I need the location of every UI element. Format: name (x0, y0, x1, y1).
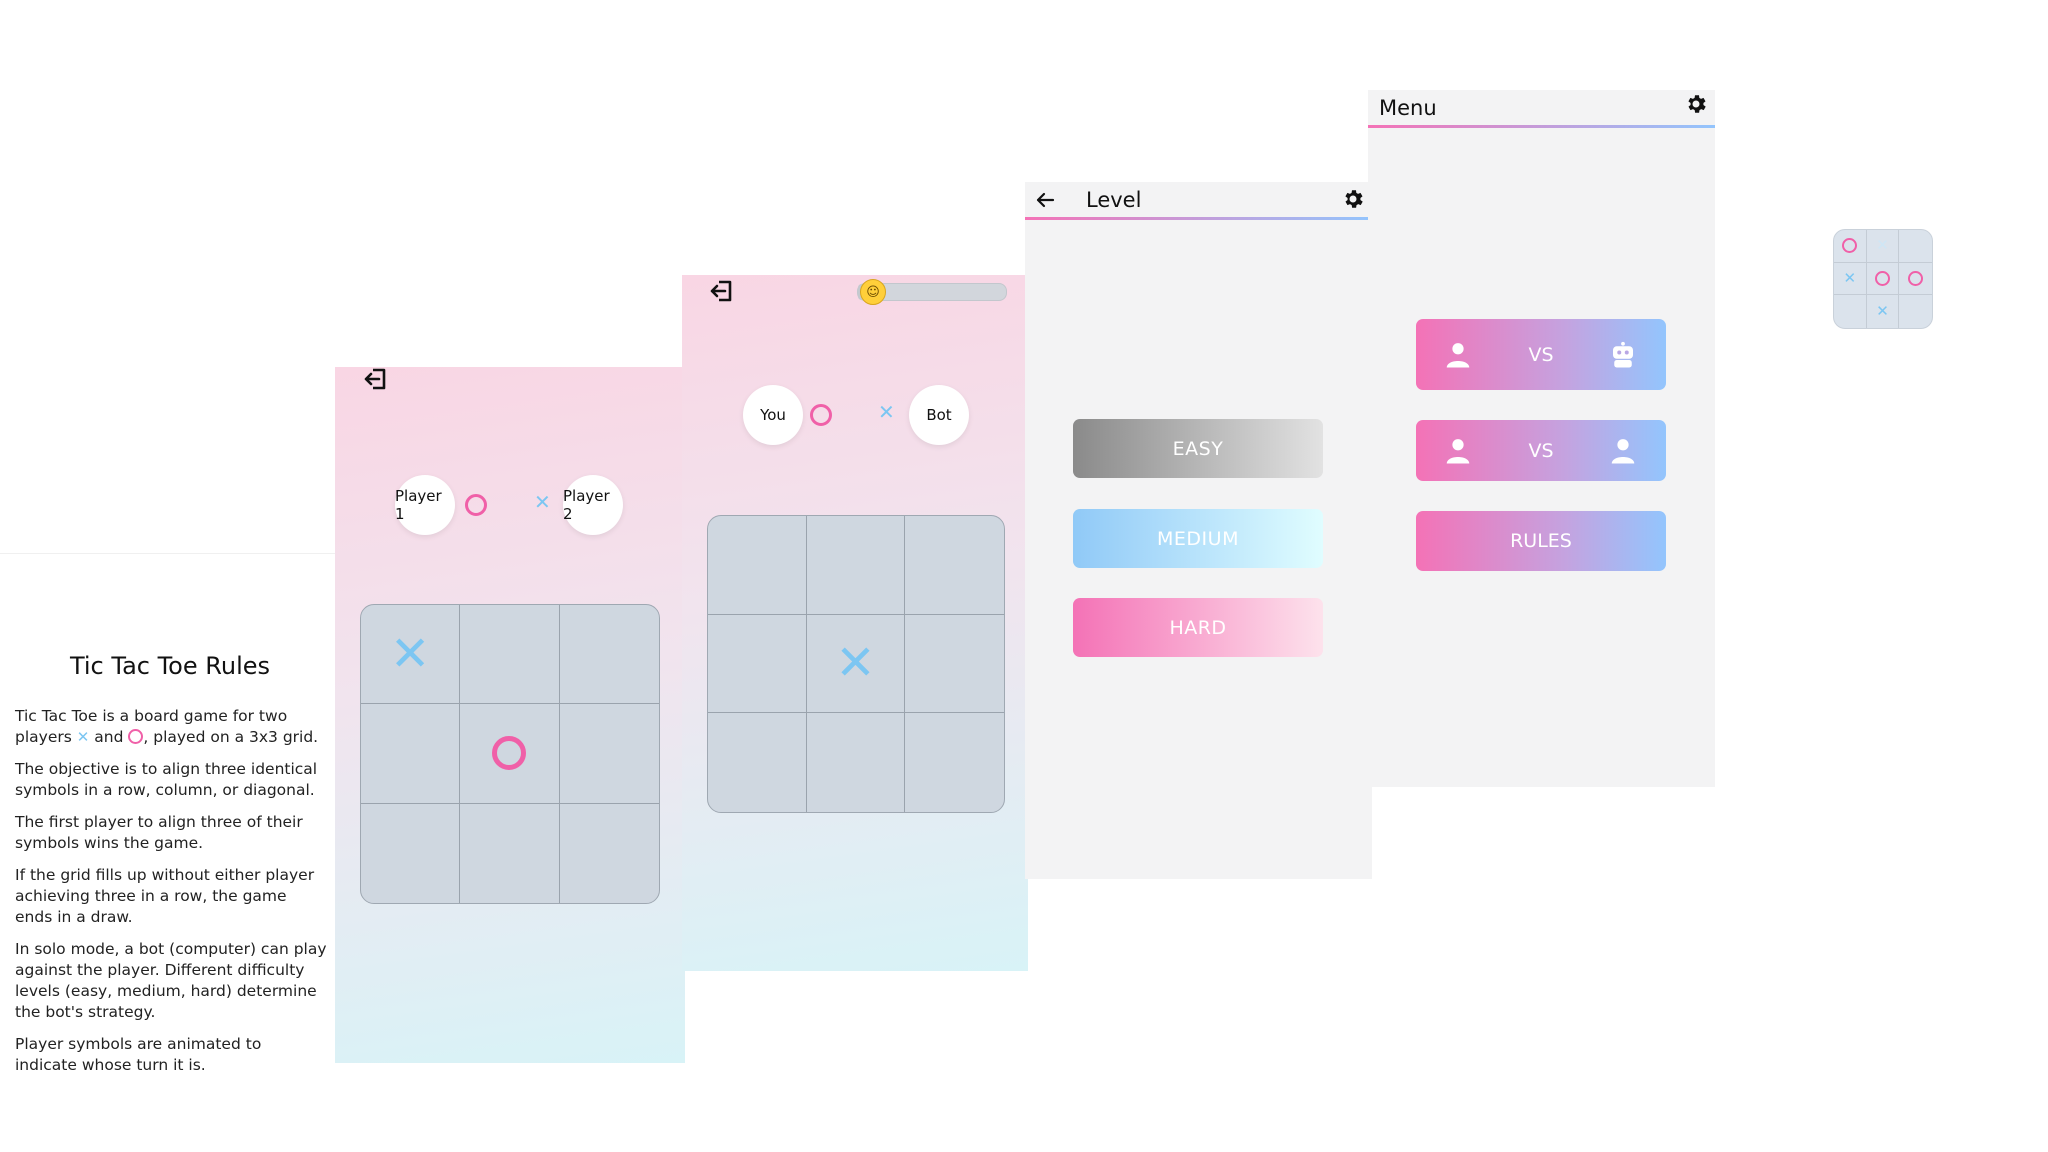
icon-cell (1899, 230, 1932, 263)
vs-player-button[interactable]: VS (1416, 420, 1666, 481)
you-label: You (760, 406, 786, 424)
o-mark-icon (1908, 270, 1924, 286)
icon-cell (1899, 263, 1932, 296)
gear-icon[interactable] (1341, 187, 1365, 211)
rules-paragraph: If the grid fills up without either play… (15, 866, 315, 926)
icon-cell: ✕ (1867, 295, 1900, 328)
gear-icon[interactable] (1684, 92, 1708, 116)
player2-label: Player 2 (563, 487, 610, 523)
x-mark-icon: ✕ (390, 626, 431, 683)
player1-avatar: Player 1 (395, 475, 455, 535)
board-cell[interactable]: ✕ (806, 614, 906, 714)
rules-panel: Tic Tac Toe Rules Tic Tac Toe is a board… (0, 553, 335, 1152)
robot-icon (1613, 341, 1634, 367)
board-cell[interactable] (708, 614, 807, 714)
hard-button[interactable]: HARD (1073, 598, 1323, 657)
o-turn-icon (810, 404, 832, 426)
board-cell[interactable] (361, 704, 461, 804)
board-cell[interactable] (559, 704, 659, 804)
rules-paragraph: The first player to align three of their… (15, 813, 303, 852)
pvp-game-screen: Player 1 ✕ Player 2 ✕ (335, 367, 685, 1063)
icon-cell (1899, 295, 1932, 328)
x-mark-icon: ✕ (835, 635, 876, 692)
menu-title: Menu (1379, 96, 1437, 120)
bot-label: Bot (926, 406, 952, 424)
board-cell[interactable]: ✕ (361, 605, 461, 705)
easy-button[interactable]: EASY (1073, 419, 1323, 478)
level-screen: Level EASY MEDIUM HARD (1025, 182, 1372, 879)
board-cell[interactable] (559, 605, 659, 705)
bot-avatar: Bot (909, 385, 969, 445)
board-cell[interactable] (806, 516, 906, 615)
board-cell[interactable] (460, 704, 560, 804)
icon-cell (1834, 230, 1867, 263)
you-avatar: You (743, 385, 803, 445)
rules-paragraph: Tic Tac Toe is a board game for two play… (15, 707, 319, 746)
user-icon (1447, 438, 1470, 463)
user-icon (1612, 438, 1635, 463)
o-symbol-icon (128, 729, 144, 744)
rules-paragraph: Player symbols are animated to indicate … (15, 1035, 262, 1074)
player2-avatar: Player 2 (563, 475, 623, 535)
o-turn-icon (465, 494, 487, 516)
icon-cell: ✕ (1834, 262, 1867, 296)
menu-screen: Menu VS VS RULES (1368, 90, 1715, 787)
user-icon (1447, 342, 1470, 367)
board-cell[interactable] (708, 516, 807, 615)
x-mark-icon: ✕ (1876, 236, 1889, 255)
board-cell[interactable] (361, 803, 461, 903)
x-symbol-icon: ✕ (76, 728, 90, 746)
vs-label: VS (1528, 439, 1554, 462)
icon-cell (1866, 262, 1900, 296)
rules-body: Tic Tac Toe is a board game for two play… (15, 706, 327, 1087)
menu-top-bar: Menu (1368, 90, 1715, 128)
board-cell[interactable] (905, 713, 1004, 812)
gradient-divider (1025, 217, 1372, 220)
o-mark-icon (492, 736, 527, 771)
rules-paragraph: The objective is to align three identica… (15, 760, 318, 799)
x-mark-icon: ✕ (1876, 302, 1889, 321)
level-title: Level (1086, 188, 1142, 212)
exit-icon[interactable] (708, 277, 736, 305)
rules-title: Tic Tac Toe Rules (69, 652, 271, 680)
exit-icon[interactable] (362, 365, 390, 393)
icon-cell (1834, 295, 1867, 328)
vs-label: VS (1528, 343, 1554, 366)
game-board: ✕ (360, 604, 660, 904)
o-mark-icon (1842, 238, 1858, 254)
x-turn-icon: ✕ (878, 400, 895, 424)
board-cell[interactable] (905, 516, 1004, 615)
board-cell[interactable] (905, 615, 1004, 714)
halo-face-icon: ☺ (860, 279, 886, 305)
o-mark-icon (1874, 270, 1890, 286)
gradient-divider (1368, 125, 1715, 128)
board-cell[interactable] (560, 804, 659, 903)
app-icon: ✕ ✕ ✕ (1833, 229, 1933, 329)
vs-bot-button[interactable]: VS (1416, 319, 1666, 390)
icon-cell: ✕ (1866, 230, 1900, 263)
game-board: ✕ (707, 515, 1005, 813)
board-cell[interactable] (708, 713, 807, 812)
player1-label: Player 1 (395, 487, 442, 523)
board-cell[interactable] (460, 605, 560, 705)
rules-button[interactable]: RULES (1416, 511, 1666, 571)
x-mark-icon: ✕ (1843, 268, 1857, 287)
x-turn-icon: ✕ (534, 490, 551, 514)
rules-paragraph: In solo mode, a bot (computer) can play … (15, 940, 327, 1021)
board-cell[interactable] (460, 803, 560, 903)
board-cell[interactable] (807, 713, 906, 812)
bot-game-screen: ☺ You ✕ Bot ✕ (682, 275, 1028, 971)
medium-button[interactable]: MEDIUM (1073, 509, 1323, 568)
level-top-bar: Level (1025, 182, 1372, 220)
back-arrow-icon[interactable] (1033, 188, 1057, 212)
